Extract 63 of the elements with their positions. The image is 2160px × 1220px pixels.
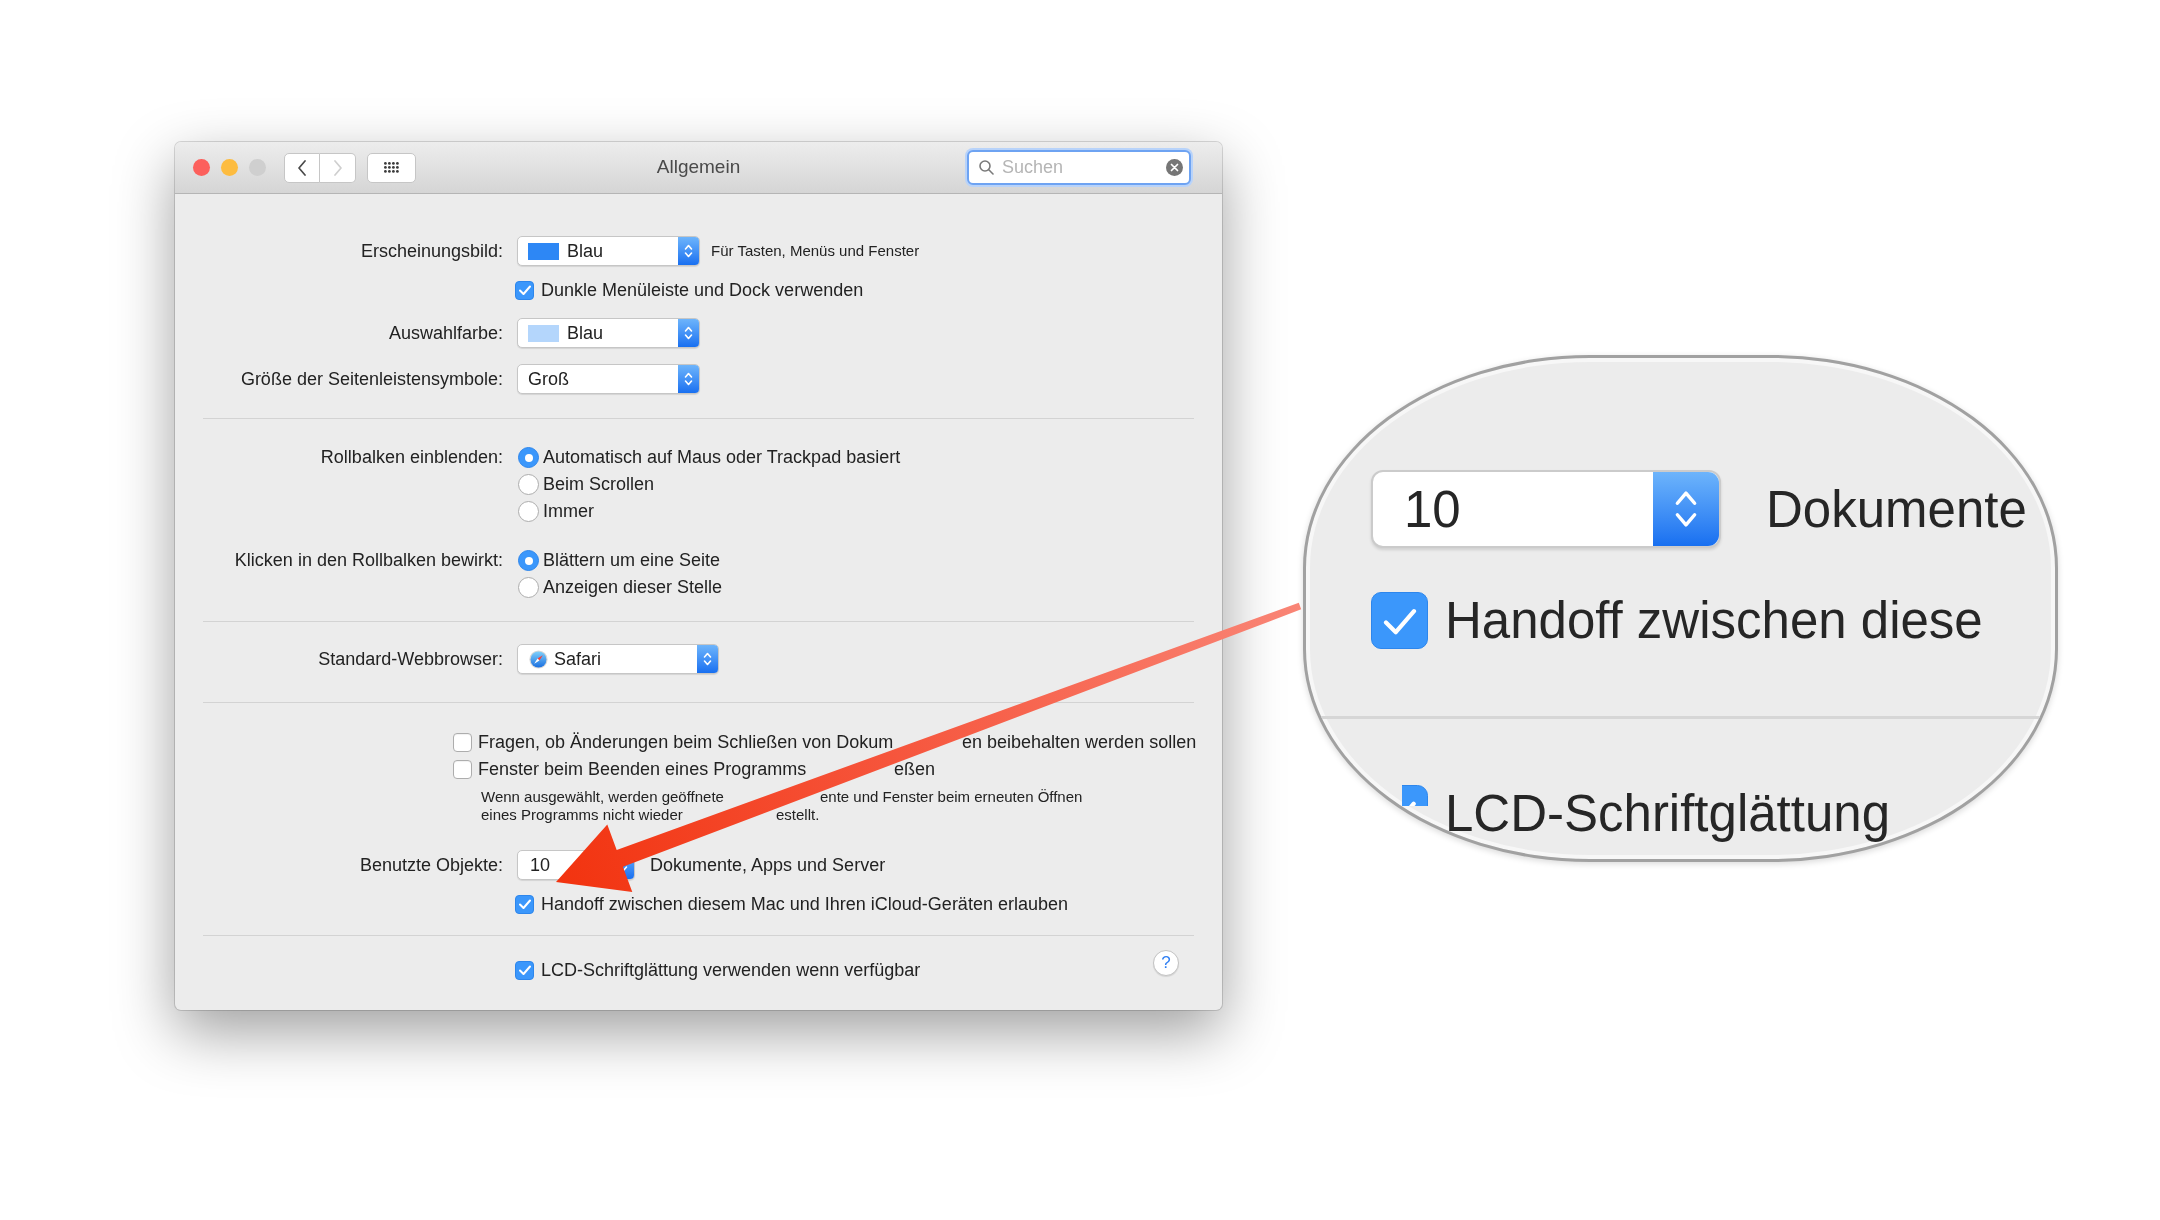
updown-chevron-icon xyxy=(678,365,699,393)
compass-icon xyxy=(529,649,548,669)
clear-icon[interactable] xyxy=(1166,159,1183,176)
checkbox[interactable] xyxy=(515,960,534,980)
search-field[interactable]: Suchen xyxy=(967,150,1191,185)
radio-button[interactable] xyxy=(518,550,539,571)
checkbox-label: Handoff zwischen diesem Mac und Ihren iCloud-Geräten erlauben xyxy=(541,892,1068,916)
note-text: Dokumente, Apps und Server xyxy=(650,853,886,877)
popup-button[interactable]: Blau xyxy=(517,318,700,348)
hint-text: ente und Fenster beim erneuten Öffnen xyxy=(820,788,1083,805)
radio-label: Anzeigen dieser Stelle xyxy=(543,576,723,599)
checkbox-label: Fragen, ob Änderungen beim Schließen von Dokum xyxy=(478,732,894,752)
field-label: Benutzte Objekte: xyxy=(358,853,503,877)
checkmark-icon xyxy=(518,285,531,295)
radio-label: Immer xyxy=(543,500,594,523)
back-button[interactable] xyxy=(284,152,320,183)
checkbox-label: LCD-Schriftglättung verwenden wenn verfügbar xyxy=(541,958,921,982)
hint-text: Wenn ausgewählt, werden geöffnete xyxy=(481,788,724,805)
checkbox[interactable] xyxy=(1402,785,1428,806)
popup-button[interactable]: Groß xyxy=(517,364,700,394)
radio-label: Blättern um eine Seite xyxy=(543,549,721,572)
window-control-button[interactable] xyxy=(193,159,210,176)
field-label: Auswahlfarbe: xyxy=(387,321,503,345)
popup-button[interactable]: Blau xyxy=(517,236,700,266)
checkbox-label: en beibehalten werden sollen xyxy=(962,732,1197,752)
checkbox[interactable] xyxy=(515,894,534,914)
note-text: Für Tasten, Menüs und Fenster xyxy=(711,240,920,261)
show-all-button[interactable] xyxy=(367,152,416,183)
radio-button[interactable] xyxy=(518,474,539,495)
checkbox[interactable] xyxy=(515,280,534,300)
field-label: Klicken in den Rollbalken bewirkt: xyxy=(233,549,503,572)
checkmark-icon xyxy=(518,965,531,975)
checkmark-icon xyxy=(518,899,531,909)
field-label: Erscheinungsbild: xyxy=(359,239,503,263)
popup-button[interactable]: 10 xyxy=(1371,470,1721,548)
updown-chevron-icon xyxy=(1653,472,1719,546)
hint-text: eines Programms nicht wieder xyxy=(481,806,683,823)
checkbox-label: Dunkle Menüleiste und Dock verwenden xyxy=(541,278,864,302)
checkmark-icon xyxy=(1382,606,1417,635)
updown-chevron-icon xyxy=(697,645,718,673)
field-label: Größe der Seitenleistensymbole: xyxy=(239,367,503,391)
radio-label: Automatisch auf Maus oder Trackpad basiert xyxy=(543,446,901,469)
radio-button[interactable] xyxy=(518,501,539,522)
grid-icon xyxy=(384,162,399,173)
popup-button[interactable]: Safari xyxy=(517,644,719,674)
checkbox[interactable] xyxy=(453,733,472,752)
help-button[interactable]: ? xyxy=(1153,950,1179,976)
radio-label: Beim Scrollen xyxy=(543,473,655,496)
window-title: Allgemein xyxy=(656,155,741,180)
updown-chevron-icon xyxy=(678,319,699,347)
updown-chevron-icon xyxy=(678,237,699,265)
note-text: Dokumente xyxy=(1766,483,2027,535)
field-label: Standard-Webbrowser: xyxy=(317,647,503,671)
checkbox[interactable] xyxy=(1371,592,1428,649)
checkbox-label: Handoff zwischen diese xyxy=(1445,595,1983,646)
hint-text: estellt. xyxy=(776,806,820,823)
radio-button[interactable] xyxy=(518,447,539,468)
checkbox-label: eßen xyxy=(894,759,936,779)
radio-button[interactable] xyxy=(518,577,539,598)
checkbox-label: Fenster beim Beenden eines Programms xyxy=(478,759,807,779)
checkbox[interactable] xyxy=(453,760,472,779)
search-icon xyxy=(979,160,994,175)
field-label: Rollbalken einblenden: xyxy=(319,446,503,469)
